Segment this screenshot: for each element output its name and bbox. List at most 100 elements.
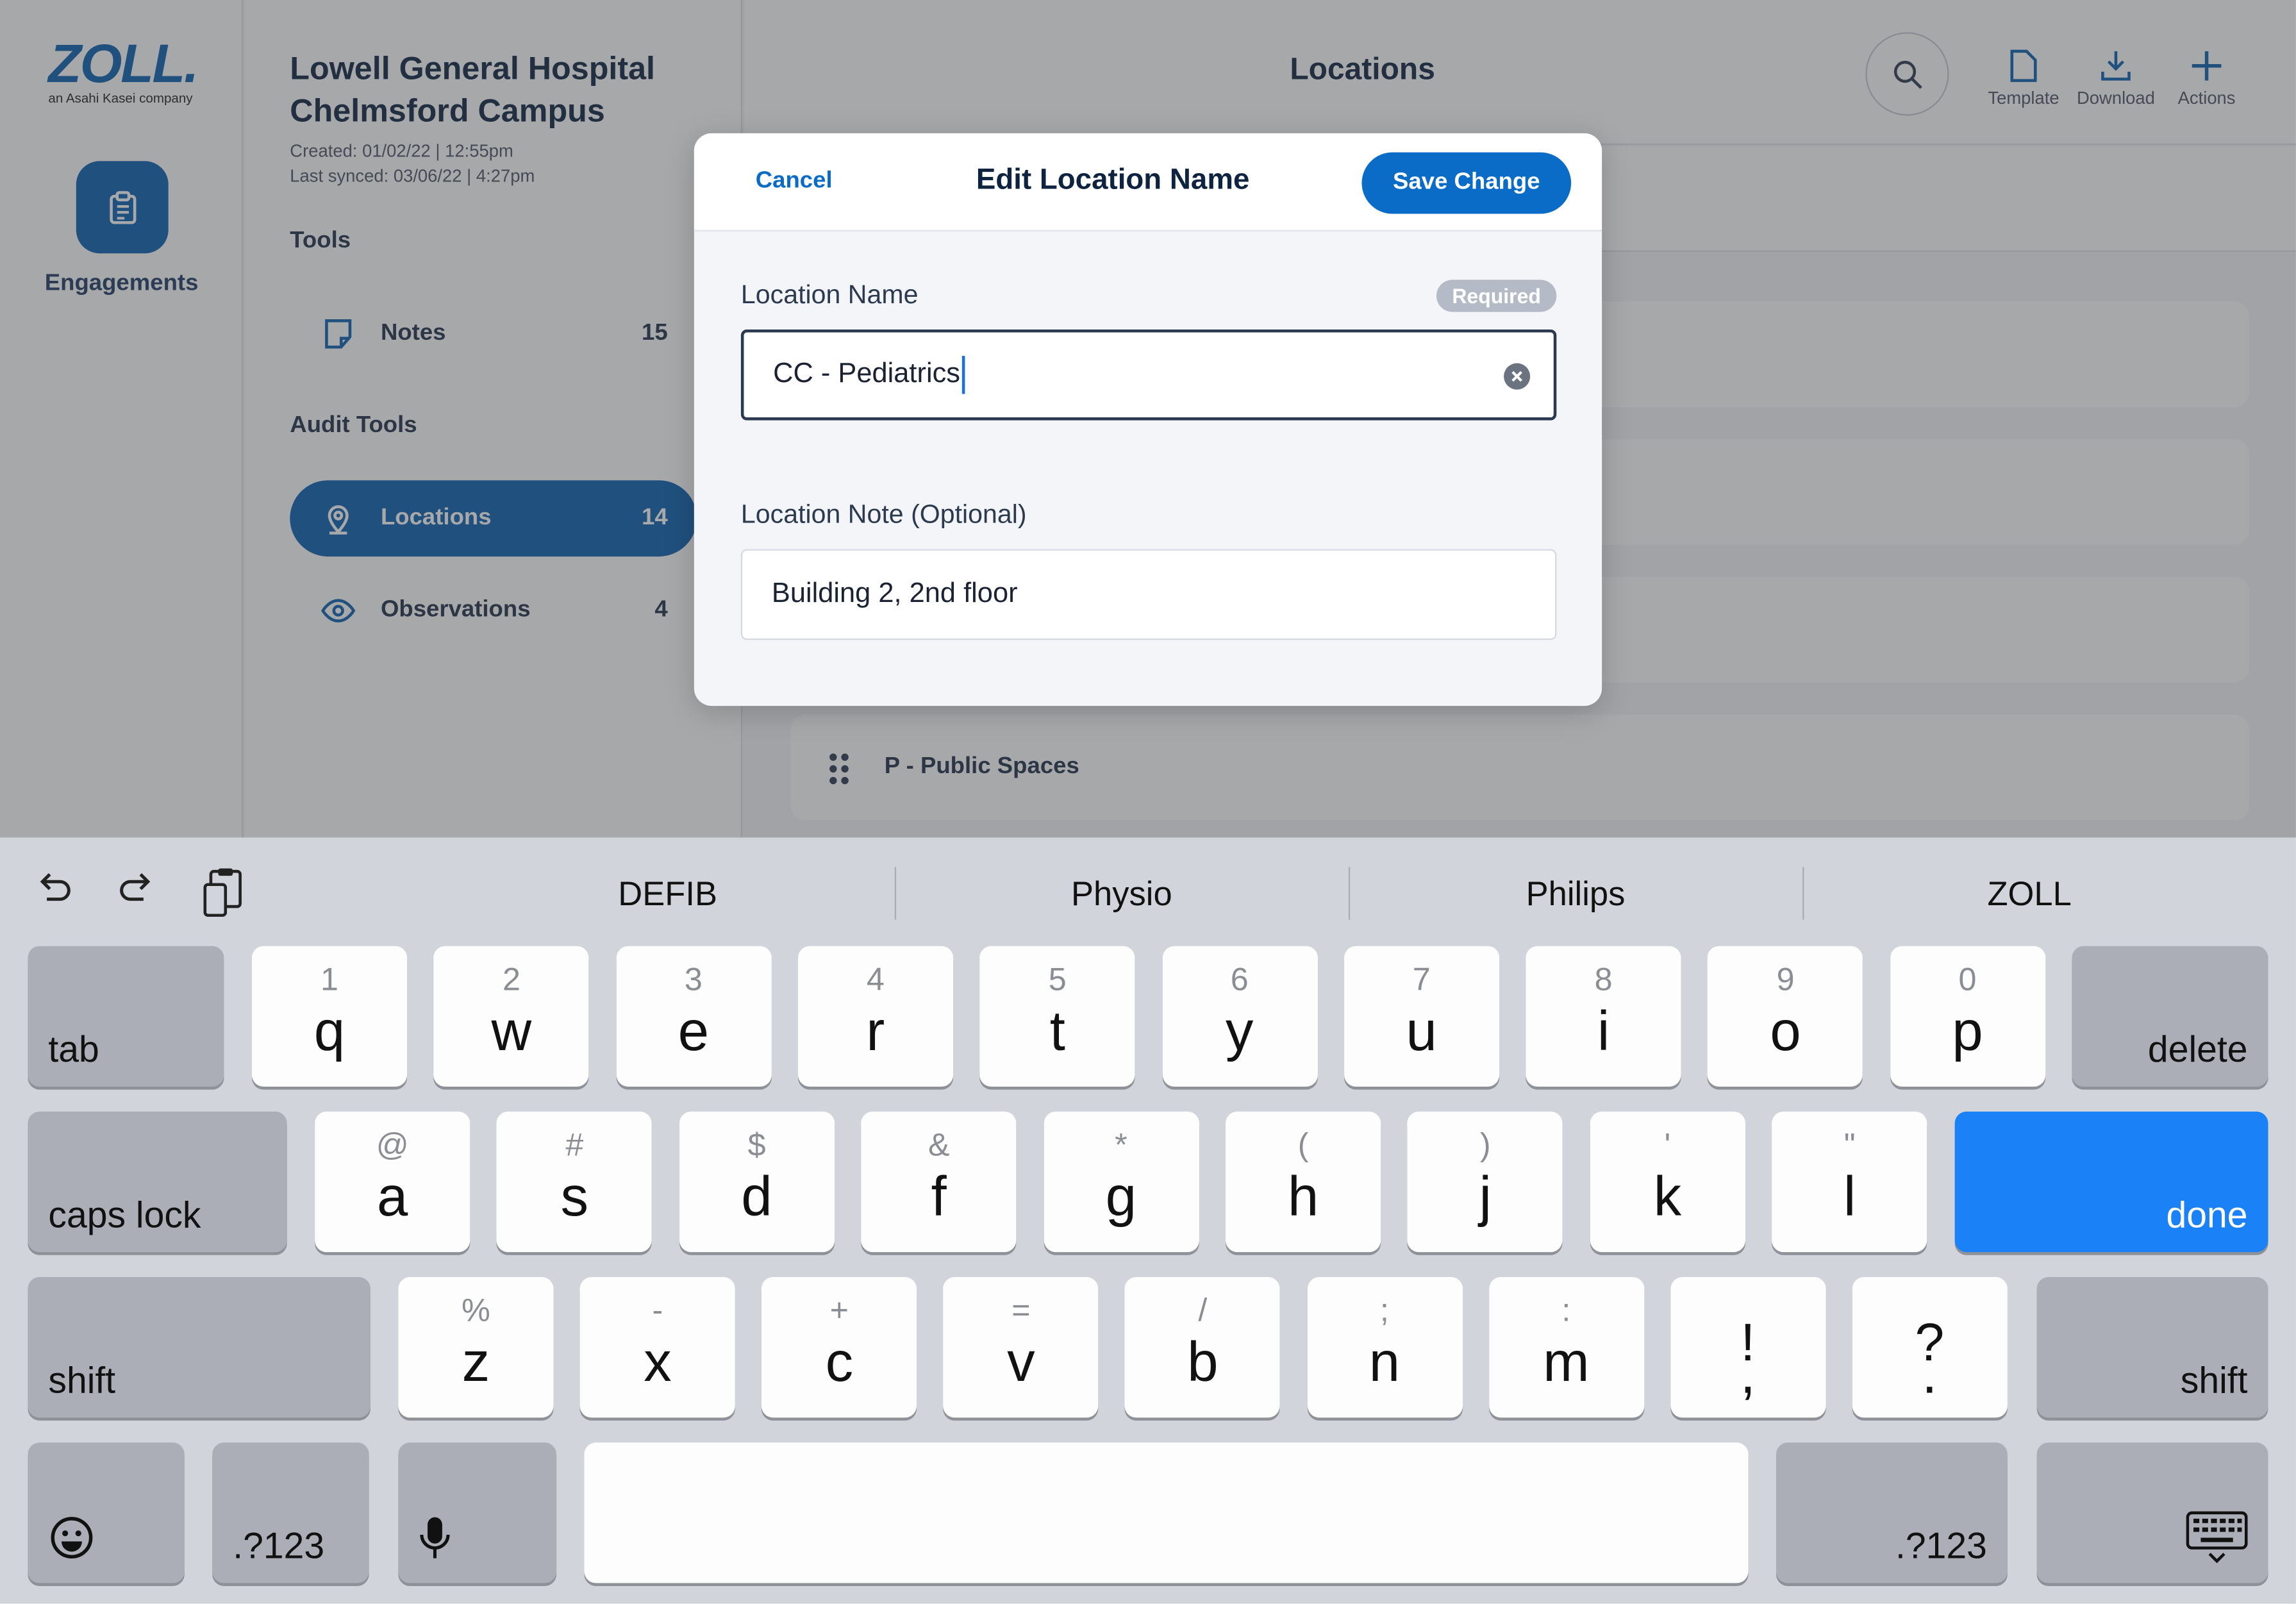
location-note-input[interactable]: Building 2, 2nd floor xyxy=(740,549,1557,640)
key-primary-label: v xyxy=(1007,1332,1035,1394)
key-primary-label: h xyxy=(1287,1167,1319,1229)
microphone-icon xyxy=(420,1517,450,1558)
numbers-key-left[interactable]: .?123 xyxy=(212,1442,369,1583)
dialog-header: Cancel Edit Location Name Save Change xyxy=(694,133,1602,231)
edit-location-dialog: Cancel Edit Location Name Save Change Lo… xyxy=(694,133,1602,706)
key-primary-label: d xyxy=(741,1167,772,1229)
key-primary-label: c xyxy=(825,1332,854,1394)
key-q[interactable]: 1q xyxy=(251,946,408,1087)
key-t[interactable]: 5t xyxy=(979,946,1135,1087)
key-primary-label: . xyxy=(1922,1344,1938,1407)
key-primary-label: n xyxy=(1368,1332,1401,1394)
dismiss-keyboard-key[interactable] xyxy=(2036,1442,2268,1583)
shift-key-left[interactable]: shift xyxy=(28,1276,370,1418)
key-primary-label: w xyxy=(491,1001,532,1064)
delete-key[interactable]: delete xyxy=(2072,946,2268,1087)
key-h[interactable]: (h xyxy=(1226,1111,1381,1253)
key-u[interactable]: 7u xyxy=(1343,946,1499,1087)
key-primary-label: t xyxy=(1049,1001,1065,1064)
undo-icon[interactable] xyxy=(32,867,73,914)
key-p[interactable]: 0p xyxy=(1890,946,2045,1087)
location-note-label: Location Note (Optional) xyxy=(740,499,1027,529)
key-secondary-label: * xyxy=(1115,1126,1127,1163)
emoji-key[interactable] xyxy=(28,1442,185,1583)
location-note-value: Building 2, 2nd floor xyxy=(771,578,1018,610)
caps-lock-key[interactable]: caps lock xyxy=(28,1111,287,1253)
key-secondary-label: 5 xyxy=(1048,960,1067,998)
key-f[interactable]: & f xyxy=(861,1111,1017,1253)
key-primary-label: o xyxy=(1770,1001,1801,1064)
key-secondary-label: = xyxy=(1011,1291,1031,1328)
key-primary-label: f xyxy=(931,1167,947,1229)
location-name-input[interactable]: CC - Pediatrics xyxy=(740,329,1557,421)
location-name-value: CC - Pediatrics xyxy=(773,358,960,390)
key-secondary-label: 1 xyxy=(320,960,338,998)
suggestion-1[interactable]: DEFIB xyxy=(442,864,894,923)
key-label: .?123 xyxy=(1895,1526,1987,1567)
key-primary-label: y xyxy=(1226,1001,1254,1064)
key-i[interactable]: 8i xyxy=(1526,946,1681,1087)
key-primary-label: e xyxy=(678,1001,710,1064)
key-j[interactable]: ) j xyxy=(1408,1111,1563,1253)
key-label: delete xyxy=(2147,1029,2248,1071)
key-c[interactable]: + c xyxy=(761,1276,917,1418)
key-secondary-label: 8 xyxy=(1594,960,1613,998)
key-a[interactable]: @ a xyxy=(315,1111,470,1253)
key-primary-label: b xyxy=(1187,1332,1219,1394)
key-secondary-label: 9 xyxy=(1776,960,1795,998)
key-primary-label: r xyxy=(866,1001,885,1064)
suggestion-4[interactable]: ZOLL xyxy=(1804,864,2255,923)
key-primary-label: , xyxy=(1740,1344,1756,1407)
key-secondary-label: ' xyxy=(1664,1126,1671,1163)
key-secondary-label: ( xyxy=(1297,1126,1309,1163)
location-name-label: Location Name xyxy=(740,280,919,310)
key-.[interactable]: ?. xyxy=(1852,1276,2008,1418)
key-secondary-label: + xyxy=(829,1291,849,1328)
key-label: caps lock xyxy=(48,1195,201,1237)
key-k[interactable]: ' k xyxy=(1590,1111,1745,1253)
shift-key-right[interactable]: shift xyxy=(2036,1276,2268,1418)
key-primary-label: g xyxy=(1105,1167,1137,1229)
key-z[interactable]: % z xyxy=(398,1276,554,1418)
key-primary-label: s xyxy=(560,1167,589,1229)
clear-text-icon[interactable] xyxy=(1504,363,1531,390)
key-label: shift xyxy=(2180,1360,2248,1402)
key-primary-label: m xyxy=(1543,1332,1590,1394)
paste-icon[interactable] xyxy=(202,867,246,919)
key-primary-label: x xyxy=(644,1332,672,1394)
key-v[interactable]: = v xyxy=(943,1276,1099,1418)
key-primary-label: i xyxy=(1597,1001,1610,1064)
space-bar[interactable] xyxy=(584,1442,1749,1583)
key-n[interactable]: ; n xyxy=(1306,1276,1462,1418)
key-s[interactable]: # s xyxy=(497,1111,653,1253)
key-r[interactable]: 4r xyxy=(797,946,953,1087)
save-change-button[interactable]: Save Change xyxy=(1361,152,1572,214)
tab-key[interactable]: tab xyxy=(28,946,224,1087)
dictation-key[interactable] xyxy=(398,1442,557,1583)
suggestion-2[interactable]: Physio xyxy=(896,864,1347,923)
key-m[interactable]: :m xyxy=(1488,1276,1644,1418)
key-x[interactable]: -x xyxy=(579,1276,735,1418)
key-g[interactable]: * g xyxy=(1043,1111,1199,1253)
key-secondary-label: ) xyxy=(1479,1126,1491,1163)
key-y[interactable]: 6y xyxy=(1161,946,1317,1087)
key-label: .?123 xyxy=(233,1526,325,1567)
suggestion-3[interactable]: Philips xyxy=(1350,864,1801,923)
key-l[interactable]: " l xyxy=(1772,1111,1927,1253)
redo-icon[interactable] xyxy=(117,867,158,914)
keyboard-dismiss-icon xyxy=(2186,1511,2248,1564)
key-secondary-label: ; xyxy=(1379,1291,1389,1328)
key-secondary-label: 6 xyxy=(1230,960,1249,998)
required-badge: Required xyxy=(1436,280,1557,312)
numbers-key-right[interactable]: .?123 xyxy=(1776,1442,2008,1583)
emoji-icon xyxy=(51,1517,93,1559)
key-b[interactable]: / b xyxy=(1125,1276,1281,1418)
key-primary-label: k xyxy=(1653,1167,1682,1229)
key-secondary-label: " xyxy=(1843,1126,1856,1163)
key-,[interactable]: !, xyxy=(1670,1276,1826,1418)
key-e[interactable]: 3e xyxy=(615,946,771,1087)
key-d[interactable]: $ d xyxy=(679,1111,835,1253)
done-key[interactable]: done xyxy=(1954,1111,2268,1253)
key-o[interactable]: 9o xyxy=(1708,946,1863,1087)
key-w[interactable]: 2w xyxy=(433,946,590,1087)
